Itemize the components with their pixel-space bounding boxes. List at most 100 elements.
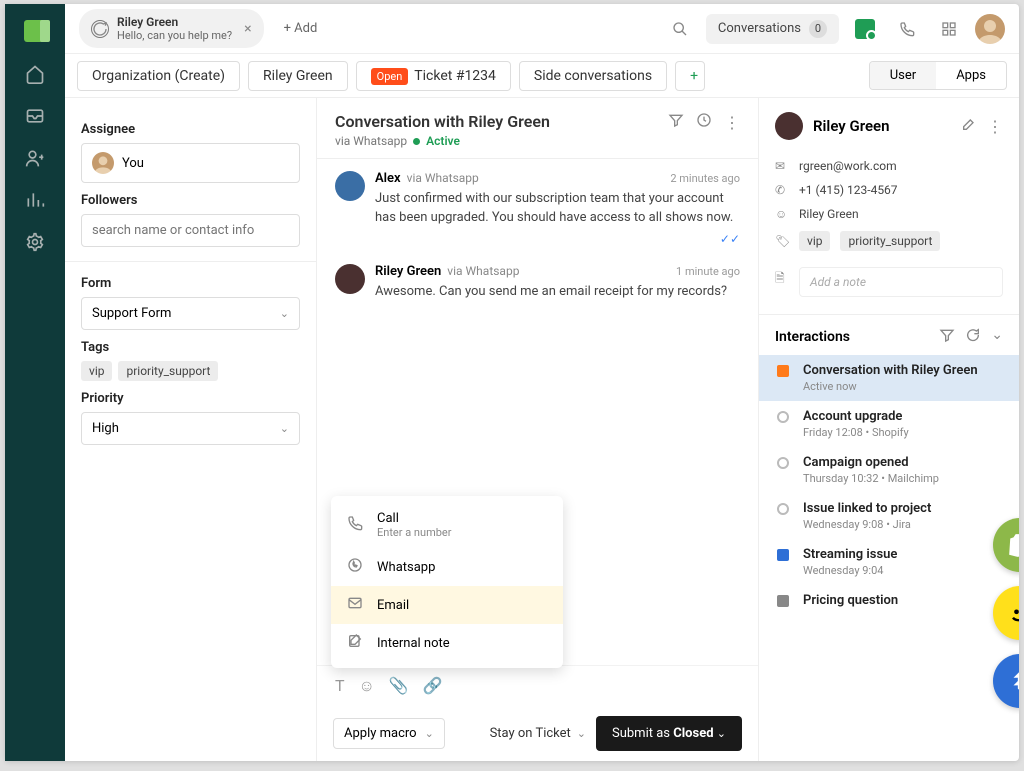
search-icon[interactable]	[664, 13, 696, 45]
phone-icon: ✆	[775, 183, 789, 197]
tag-chip[interactable]: priority_support	[118, 361, 218, 381]
pill-name: Riley Green	[117, 15, 232, 29]
whatsapp-icon: ☺	[775, 207, 789, 221]
email-icon	[347, 595, 365, 615]
emoji-icon[interactable]: ☺	[359, 676, 375, 696]
nav-sidebar	[5, 4, 65, 761]
form-select[interactable]: Support Form ⌄	[81, 297, 300, 330]
attachment-icon[interactable]: 📎	[389, 676, 409, 696]
segment-user[interactable]: User	[870, 62, 936, 89]
interaction-item[interactable]: Campaign opened Thursday 10:32 • Mailchi…	[759, 447, 1019, 493]
status-dot	[413, 138, 420, 145]
shopify-button[interactable]	[993, 518, 1019, 572]
tags-label: Tags	[81, 340, 300, 355]
assignee-avatar	[92, 152, 114, 174]
interaction-item[interactable]: Issue linked to project Wednesday 9:08 •…	[759, 493, 1019, 539]
customer-avatar	[775, 112, 803, 140]
text-format-icon[interactable]: T	[335, 676, 345, 696]
reports-icon[interactable]	[25, 190, 45, 210]
message-item: Alex via Whatsapp 2 minutes ago Just con…	[335, 171, 740, 246]
customer-avatar	[335, 264, 365, 294]
chevron-down-icon: ⌄	[280, 307, 289, 320]
refresh-icon[interactable]	[965, 327, 981, 347]
ticket-properties: Assignee You Followers Form Support Form…	[65, 98, 317, 761]
more-icon[interactable]: ⋮	[724, 113, 740, 132]
timeline-dot-icon	[777, 503, 789, 515]
tab-organization[interactable]: Organization (Create)	[77, 61, 240, 91]
assignee-label: Assignee	[81, 122, 300, 137]
priority-label: Priority	[81, 391, 300, 406]
note-input[interactable]: Add a note	[799, 267, 1003, 297]
tag-chip[interactable]: priority_support	[840, 231, 940, 251]
assignee-field[interactable]: You	[81, 143, 300, 183]
timeline-dot-icon	[777, 457, 789, 469]
interactions-label: Interactions	[775, 329, 850, 345]
customer-name: Riley Green	[813, 117, 951, 135]
conversation-pill[interactable]: Riley Green Hello, can you help me? ×	[79, 9, 264, 48]
segment-apps[interactable]: Apps	[936, 62, 1006, 89]
interaction-item[interactable]: Streaming issue Wednesday 9:04	[759, 539, 1019, 585]
more-icon[interactable]: ⋮	[987, 117, 1003, 136]
interaction-item[interactable]: Conversation with Riley Green Active now	[759, 355, 1019, 401]
channel-email[interactable]: Email	[331, 586, 563, 624]
chat-active-icon[interactable]	[849, 13, 881, 45]
filter-icon[interactable]	[939, 327, 955, 347]
channel-internal-note[interactable]: Internal note	[331, 624, 563, 662]
add-button[interactable]: + Add	[274, 15, 328, 42]
conversation-title: Conversation with Riley Green	[335, 112, 550, 131]
user-avatar[interactable]	[975, 14, 1005, 44]
badge-count: 0	[809, 20, 827, 38]
tab-name[interactable]: Riley Green	[248, 61, 348, 91]
channel-call[interactable]: CallEnter a number	[331, 502, 563, 548]
tab-ticket[interactable]: OpenTicket #1234	[356, 61, 511, 91]
tag-chip[interactable]: vip	[799, 231, 830, 251]
tag-chip[interactable]: vip	[81, 361, 112, 381]
topbar: Riley Green Hello, can you help me? × + …	[65, 4, 1019, 54]
jira-button[interactable]	[993, 654, 1019, 708]
status-square-icon	[777, 595, 789, 607]
inbox-icon[interactable]	[25, 106, 45, 126]
add-tab-button[interactable]: +	[675, 61, 705, 91]
history-icon[interactable]	[696, 112, 712, 132]
pill-subtitle: Hello, can you help me?	[117, 29, 232, 42]
conversation-panel: Conversation with Riley Green via Whatsa…	[317, 98, 759, 761]
settings-icon[interactable]	[25, 232, 45, 252]
user-apps-segment: User Apps	[869, 61, 1007, 90]
close-icon[interactable]: ×	[244, 21, 251, 37]
status-square-icon	[777, 365, 789, 377]
status-square-icon	[777, 549, 789, 561]
priority-select[interactable]: High ⌄	[81, 412, 300, 445]
customers-icon[interactable]	[25, 148, 45, 168]
followers-label: Followers	[81, 193, 300, 208]
open-badge: Open	[371, 68, 409, 85]
integration-floaters	[993, 518, 1019, 708]
edit-icon[interactable]	[961, 116, 977, 136]
macro-select[interactable]: Apply macro ⌄	[333, 718, 445, 749]
interaction-item[interactable]: Account upgrade Friday 12:08 • Shopify	[759, 401, 1019, 447]
timeline-dot-icon	[777, 411, 789, 423]
apps-grid-icon[interactable]	[933, 13, 965, 45]
tab-side-conversations[interactable]: Side conversations	[519, 61, 667, 91]
status-label: Active	[426, 134, 460, 148]
tab-row: Organization (Create) Riley Green OpenTi…	[65, 54, 1019, 98]
followers-input[interactable]	[81, 214, 300, 247]
submit-button[interactable]: Submit as Closed ⌄	[596, 716, 742, 751]
chevron-down-icon: ⌄	[280, 422, 289, 435]
conversations-pill[interactable]: Conversations 0	[706, 14, 839, 44]
interaction-item[interactable]: Pricing question	[759, 585, 1019, 616]
home-icon[interactable]	[25, 64, 45, 84]
chevron-down-icon[interactable]: ⌄	[991, 327, 1003, 347]
chevron-down-icon: ⌄	[425, 727, 434, 740]
phone-icon	[347, 515, 365, 535]
phone-icon[interactable]	[891, 13, 923, 45]
mailchimp-button[interactable]	[993, 586, 1019, 640]
note-icon: 🗎	[775, 269, 789, 290]
followers-search[interactable]	[92, 223, 289, 238]
filter-icon[interactable]	[668, 112, 684, 132]
link-icon[interactable]: 🔗	[423, 676, 443, 696]
stay-on-ticket-select[interactable]: Stay on Ticket ⌄	[490, 726, 586, 741]
message-item: Riley Green via Whatsapp 1 minute ago Aw…	[335, 264, 740, 302]
email-icon: ✉	[775, 159, 789, 173]
channel-menu[interactable]: CallEnter a number Whatsapp Email Intern…	[331, 496, 563, 668]
channel-whatsapp[interactable]: Whatsapp	[331, 548, 563, 586]
